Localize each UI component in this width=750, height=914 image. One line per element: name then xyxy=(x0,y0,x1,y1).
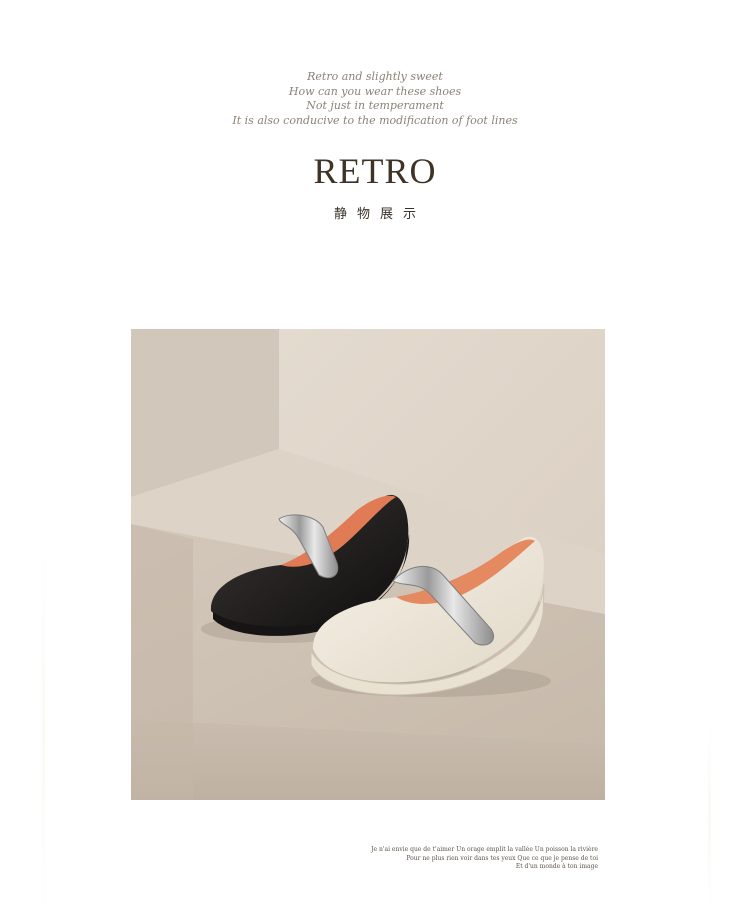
product-detail-page: Retro and slightly sweet How can you wea… xyxy=(0,0,750,914)
product-photo xyxy=(131,329,605,800)
right-edge-divider xyxy=(708,720,711,914)
intro-line: Not just in temperament xyxy=(306,99,444,112)
intro-line: How can you wear these shoes xyxy=(288,84,462,98)
intro-line: It is also conducive to the modification… xyxy=(232,113,518,127)
shoes-still-life-image xyxy=(131,329,605,800)
headline-title: RETRO xyxy=(313,151,437,191)
caption-line: Je n'ai envie que de t'aimer Un orage em… xyxy=(371,846,598,853)
intro-text-block: Retro and slightly sweet How can you wea… xyxy=(0,70,750,128)
intro-line: Retro and slightly sweet xyxy=(307,70,443,83)
left-edge-divider xyxy=(42,550,45,914)
caption-line: Et d'un monde à ton image xyxy=(515,863,598,870)
caption-line: Pour ne plus rien voir dans tes yeux Que… xyxy=(406,854,598,862)
section-subtitle: 静物展示 xyxy=(333,207,426,222)
french-caption-block: Je n'ai envie que de t'aimer Un orage em… xyxy=(371,846,598,872)
